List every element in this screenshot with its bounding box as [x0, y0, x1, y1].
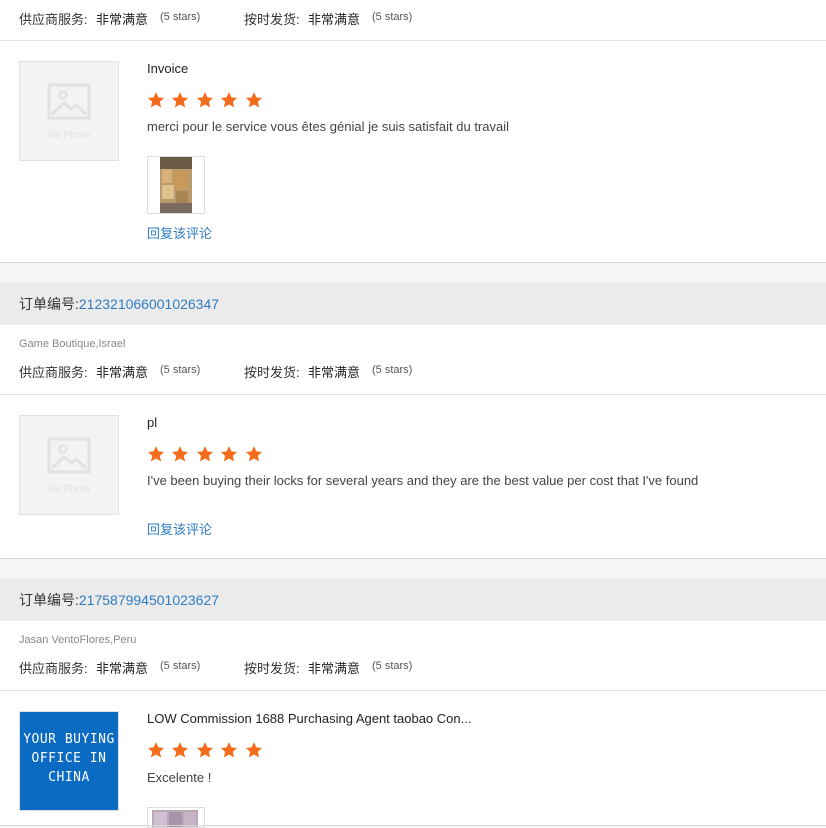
review-photo-image	[148, 157, 204, 213]
reply-link[interactable]: 回复该评论	[147, 519, 212, 538]
shipping-label: 按时发货:	[244, 661, 300, 676]
review-card-0: 供应商服务: 非常满意 (5 stars) 按时发货: 非常满意 (5 star…	[0, 0, 826, 262]
star-rating	[147, 445, 265, 463]
star-icon	[245, 92, 262, 108]
supplier-service-label: 供应商服务:	[19, 12, 88, 27]
star-icon	[196, 446, 214, 462]
supplier-service-value: 非常满意	[96, 661, 149, 676]
product-thumbnail[interactable]: No Photo	[19, 61, 119, 161]
order-number-link[interactable]: 212321066001026347	[79, 296, 219, 312]
star-icon	[221, 92, 238, 108]
star-rating	[147, 741, 265, 759]
supplier-service-stars: (5 stars)	[160, 11, 201, 23]
review-comment: merci pour le service vous êtes génial j…	[147, 119, 509, 134]
shipping-stars: (5 stars)	[372, 11, 413, 23]
section-divider	[0, 262, 826, 263]
no-photo-icon: No Photo	[47, 83, 91, 141]
supplier-service-label: 供应商服务:	[19, 661, 88, 676]
supplier-service-value: 非常满意	[96, 365, 149, 380]
star-icon	[221, 446, 238, 462]
star-icon	[221, 742, 238, 758]
review-photo[interactable]	[147, 156, 205, 214]
shipping-value: 非常满意	[308, 365, 361, 380]
supplier-service-label: 供应商服务:	[19, 365, 88, 380]
no-photo-text: No Photo	[48, 484, 90, 495]
star-icon	[172, 446, 189, 462]
supplier-service-value: 非常满意	[96, 12, 149, 27]
shipping-stars: (5 stars)	[372, 364, 413, 376]
supplier-service-stars: (5 stars)	[160, 364, 201, 376]
star-icon	[172, 742, 189, 758]
star-icon	[196, 742, 214, 758]
shipping-label: 按时发货:	[244, 12, 300, 27]
buyer-name: Game Boutique,Israel	[19, 338, 126, 350]
star-icon	[147, 446, 165, 462]
buyer-name: Jasan VentoFlores,Peru	[19, 634, 137, 646]
no-photo-icon: No Photo	[47, 437, 91, 495]
star-icon	[196, 92, 214, 108]
product-name[interactable]: pl	[147, 415, 157, 430]
star-icon	[245, 742, 262, 758]
review-card-2: Jasan VentoFlores,Peru 供应商服务: 非常满意 (5 st…	[0, 621, 826, 828]
order-header: 订单编号:217587994501023627	[0, 579, 826, 621]
supplier-service-stars: (5 stars)	[160, 660, 201, 672]
product-thumbnail[interactable]: YOUR BUYING OFFICE IN CHINA	[19, 711, 119, 811]
product-thumbnail[interactable]: No Photo	[19, 415, 119, 515]
order-number-link[interactable]: 217587994501023627	[79, 592, 219, 608]
no-photo-text: No Photo	[48, 130, 90, 141]
review-comment: Excelente !	[147, 770, 212, 785]
reply-link[interactable]: 回复该评论	[147, 223, 212, 242]
divider	[0, 394, 826, 395]
shipping-stars: (5 stars)	[372, 660, 413, 672]
review-comment: I've been buying their locks for several…	[147, 473, 699, 488]
star-rating	[147, 91, 265, 109]
review-card-1: Game Boutique,Israel 供应商服务: 非常满意 (5 star…	[0, 325, 826, 558]
section-divider	[0, 558, 826, 559]
order-number-label: 订单编号:	[19, 592, 79, 608]
shipping-value: 非常满意	[308, 661, 361, 676]
divider	[0, 690, 826, 691]
order-number-label: 订单编号:	[19, 296, 79, 312]
divider	[0, 40, 826, 41]
shipping-label: 按时发货:	[244, 365, 300, 380]
product-name[interactable]: Invoice	[147, 61, 188, 76]
star-icon	[245, 446, 262, 462]
product-name[interactable]: LOW Commission 1688 Purchasing Agent tao…	[147, 711, 471, 726]
star-icon	[172, 92, 189, 108]
star-icon	[147, 742, 165, 758]
order-header: 订单编号:212321066001026347	[0, 283, 826, 325]
product-image-text: YOUR BUYING OFFICE IN CHINA	[23, 732, 115, 785]
star-icon	[147, 92, 165, 108]
shipping-value: 非常满意	[308, 12, 361, 27]
